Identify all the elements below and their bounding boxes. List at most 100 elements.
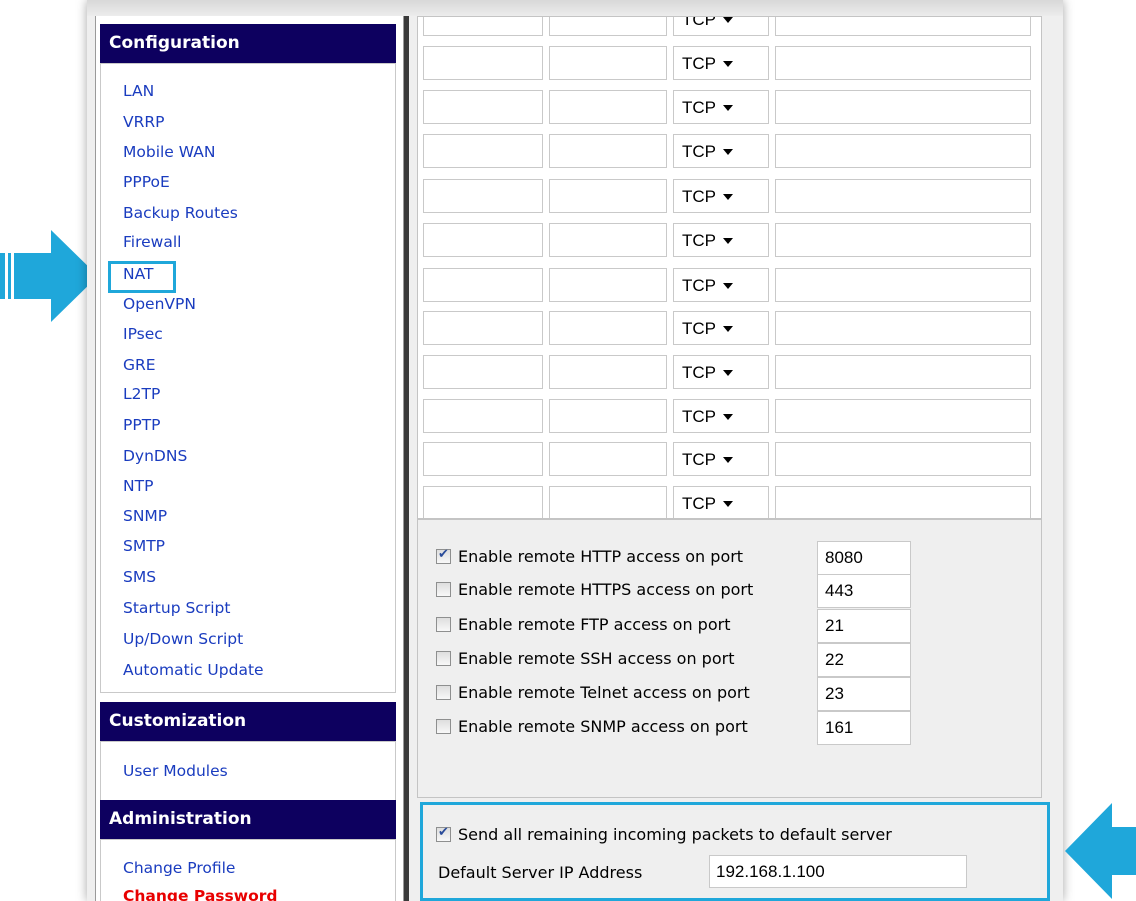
forward-server-ip-input[interactable]	[775, 223, 1031, 257]
sidebar-item-firewall[interactable]: Firewall	[123, 232, 181, 252]
protocol-select[interactable]: TCP	[673, 16, 769, 36]
sidebar-item-gre[interactable]: GRE	[123, 355, 156, 375]
http-port-input[interactable]: 8080	[817, 541, 911, 575]
protocol-value: TCP	[682, 16, 716, 29]
protocol-select[interactable]: TCP	[673, 268, 769, 302]
forward-private-port-input[interactable]	[549, 311, 667, 345]
protocol-value: TCP	[682, 98, 716, 117]
snmp-access-checkbox[interactable]	[436, 719, 451, 734]
forward-server-ip-input[interactable]	[775, 17, 1031, 36]
default-server-ip-input[interactable]: 192.168.1.100	[709, 855, 967, 888]
protocol-select[interactable]: TCP	[673, 134, 769, 168]
ftp-port-input[interactable]: 21	[817, 609, 911, 643]
forward-server-ip-input[interactable]	[775, 46, 1031, 80]
protocol-select[interactable]: TCP	[673, 46, 769, 80]
forward-public-port-input[interactable]	[423, 223, 543, 257]
protocol-select[interactable]: TCP	[673, 311, 769, 345]
chevron-down-icon	[723, 457, 733, 463]
forward-server-ip-input[interactable]	[775, 399, 1031, 433]
forward-public-port-input[interactable]	[423, 311, 543, 345]
administration-menu: Change Profile Change Password	[100, 839, 396, 901]
forward-private-port-input[interactable]	[549, 223, 667, 257]
telnet-access-checkbox[interactable]	[436, 685, 451, 700]
sidebar-item-l2tp[interactable]: L2TP	[123, 384, 160, 404]
sidebar-item-change-profile[interactable]: Change Profile	[123, 858, 235, 878]
https-port-input[interactable]: 443	[817, 574, 911, 608]
forward-public-port-input[interactable]	[423, 17, 543, 36]
ssh-access-checkbox[interactable]	[436, 651, 451, 666]
port-forwarding-table: TCP TCP TCP TCP TCP TCP TCP TCP TCP TCP TCP TCP	[417, 16, 1042, 519]
chevron-down-icon	[723, 149, 733, 155]
forward-server-ip-input[interactable]	[775, 179, 1031, 213]
forward-private-port-input[interactable]	[549, 179, 667, 213]
forward-public-port-input[interactable]	[423, 46, 543, 80]
forward-server-ip-input[interactable]	[775, 486, 1031, 518]
protocol-select[interactable]: TCP	[673, 90, 769, 124]
sidebar-item-pppoe[interactable]: PPPoE	[123, 172, 170, 192]
forward-public-port-input[interactable]	[423, 442, 543, 476]
telnet-port-input[interactable]: 23	[817, 677, 911, 711]
sidebar-item-startup-script[interactable]: Startup Script	[123, 598, 230, 618]
protocol-select[interactable]: TCP	[673, 355, 769, 389]
sidebar-item-dyndns[interactable]: DynDNS	[123, 446, 187, 466]
nat-settings: TCP TCP TCP TCP TCP TCP TCP TCP TCP TCP TCP TCP Ena…	[409, 16, 1063, 901]
sidebar-item-ntp[interactable]: NTP	[123, 476, 153, 496]
forward-server-ip-input[interactable]	[775, 268, 1031, 302]
forward-public-port-input[interactable]	[423, 134, 543, 168]
protocol-select[interactable]: TCP	[673, 486, 769, 518]
protocol-select[interactable]: TCP	[673, 399, 769, 433]
protocol-value: TCP	[682, 494, 716, 513]
snmp-port-input[interactable]: 161	[817, 711, 911, 745]
ssh-port-input[interactable]: 22	[817, 643, 911, 677]
forward-server-ip-input[interactable]	[775, 311, 1031, 345]
telnet-access-label: Enable remote Telnet access on port	[458, 683, 750, 702]
protocol-select[interactable]: TCP	[673, 442, 769, 476]
sidebar-item-up-down-script[interactable]: Up/Down Script	[123, 629, 243, 649]
sidebar-item-vrrp[interactable]: VRRP	[123, 112, 165, 132]
forward-private-port-input[interactable]	[549, 486, 667, 518]
protocol-select[interactable]: TCP	[673, 223, 769, 257]
forward-server-ip-input[interactable]	[775, 355, 1031, 389]
forward-public-port-input[interactable]	[423, 399, 543, 433]
forward-private-port-input[interactable]	[549, 355, 667, 389]
sidebar-item-backup-routes[interactable]: Backup Routes	[123, 203, 238, 223]
forward-server-ip-input[interactable]	[775, 134, 1031, 168]
forward-private-port-input[interactable]	[549, 17, 667, 36]
forward-public-port-input[interactable]	[423, 268, 543, 302]
ftp-access-checkbox[interactable]	[436, 617, 451, 632]
sidebar-item-snmp[interactable]: SNMP	[123, 506, 167, 526]
forward-private-port-input[interactable]	[549, 268, 667, 302]
configuration-menu: LAN VRRP Mobile WAN PPPoE Backup Routes …	[100, 63, 396, 693]
sidebar-item-mobile-wan[interactable]: Mobile WAN	[123, 142, 215, 162]
sidebar-item-automatic-update[interactable]: Automatic Update	[123, 660, 264, 680]
forward-server-ip-input[interactable]	[775, 90, 1031, 124]
forward-private-port-input[interactable]	[549, 399, 667, 433]
protocol-value: TCP	[682, 231, 716, 250]
forward-private-port-input[interactable]	[549, 46, 667, 80]
sidebar-item-ipsec[interactable]: IPsec	[123, 324, 163, 344]
default-server-checkbox[interactable]	[436, 825, 451, 842]
protocol-select[interactable]: TCP	[673, 179, 769, 213]
protocol-value: TCP	[682, 407, 716, 426]
sidebar-item-openvpn[interactable]: OpenVPN	[123, 294, 196, 314]
https-access-checkbox[interactable]	[436, 582, 451, 597]
forward-public-port-input[interactable]	[423, 90, 543, 124]
forward-server-ip-input[interactable]	[775, 442, 1031, 476]
sidebar-item-user-modules[interactable]: User Modules	[123, 761, 228, 781]
customization-menu: User Modules	[100, 741, 396, 801]
forward-private-port-input[interactable]	[549, 442, 667, 476]
chevron-down-icon	[723, 105, 733, 111]
sidebar-item-pptp[interactable]: PPTP	[123, 415, 161, 435]
default-server-label: Send all remaining incoming packets to d…	[458, 825, 892, 844]
sidebar-item-change-password[interactable]: Change Password	[123, 886, 277, 901]
forward-private-port-input[interactable]	[549, 134, 667, 168]
forward-public-port-input[interactable]	[423, 355, 543, 389]
sidebar-item-lan[interactable]: LAN	[123, 81, 154, 101]
forward-private-port-input[interactable]	[549, 90, 667, 124]
sidebar-item-sms[interactable]: SMS	[123, 567, 156, 587]
default-server-row: Send all remaining incoming packets to d…	[436, 819, 1036, 853]
forward-public-port-input[interactable]	[423, 179, 543, 213]
http-access-checkbox[interactable]	[436, 547, 451, 564]
sidebar-item-smtp[interactable]: SMTP	[123, 536, 165, 556]
forward-public-port-input[interactable]	[423, 486, 543, 518]
